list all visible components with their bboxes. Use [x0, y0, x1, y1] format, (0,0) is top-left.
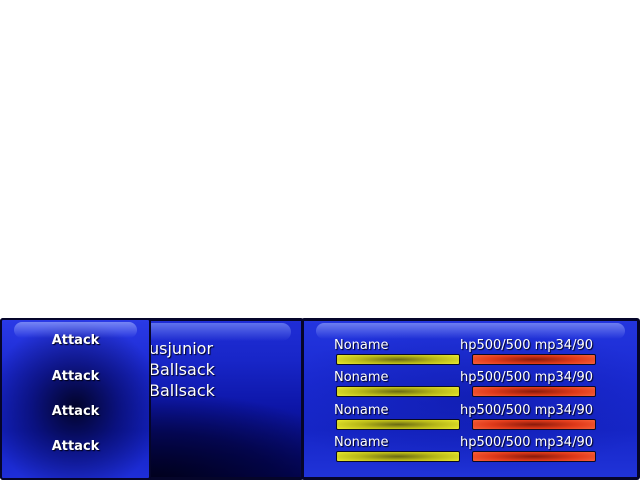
target-name[interactable]: usjunior [149, 339, 213, 358]
command-attack[interactable]: Attack [2, 369, 149, 384]
hp-readout: hp500/500 [459, 370, 531, 385]
party-member-stats: hp500/500 mp34/90 [460, 435, 593, 450]
mp-bar-fill [473, 452, 595, 461]
party-member-name: Noname [334, 403, 389, 418]
party-member-name: Noname [334, 435, 389, 450]
hp-bar [336, 451, 460, 462]
hp-bar [336, 386, 460, 397]
hp-readout: hp500/500 [459, 403, 531, 418]
mp-bar-fill [473, 355, 595, 364]
party-member-row: Noname hp500/500 mp34/90 [304, 435, 637, 467]
hp-readout: hp500/500 [459, 435, 531, 450]
hp-bar-fill [337, 452, 459, 461]
target-name[interactable]: Ballsack [149, 360, 215, 379]
mp-bar-fill [473, 387, 595, 396]
party-member-stats: hp500/500 mp34/90 [460, 338, 593, 353]
mp-bar [472, 386, 596, 397]
party-member-row: Noname hp500/500 mp34/90 [304, 338, 637, 370]
party-status-panel: Noname hp500/500 mp34/90 Noname hp500/50… [301, 318, 640, 480]
party-member-row: Noname hp500/500 mp34/90 [304, 403, 637, 435]
party-member-row: Noname hp500/500 mp34/90 [304, 370, 637, 402]
command-attack[interactable]: Attack [2, 439, 149, 454]
mp-readout: mp34/90 [534, 435, 593, 450]
party-member-name: Noname [334, 370, 389, 385]
hp-bar-fill [337, 420, 459, 429]
party-member-stats: hp500/500 mp34/90 [460, 370, 593, 385]
mp-readout: mp34/90 [534, 403, 593, 418]
hp-readout: hp500/500 [459, 338, 531, 353]
battle-screen: usjunior Ballsack Ballsack Attack Attack… [0, 0, 640, 480]
command-attack[interactable]: Attack [2, 404, 149, 419]
target-name[interactable]: Ballsack [149, 381, 215, 400]
hp-bar-fill [337, 387, 459, 396]
hp-bar [336, 354, 460, 365]
hp-bar-fill [337, 355, 459, 364]
mp-bar-fill [473, 420, 595, 429]
mp-readout: mp34/90 [534, 338, 593, 353]
command-attack[interactable]: Attack [2, 333, 149, 348]
party-member-stats: hp500/500 mp34/90 [460, 403, 593, 418]
mp-bar [472, 451, 596, 462]
mp-readout: mp34/90 [534, 370, 593, 385]
party-member-name: Noname [334, 338, 389, 353]
command-menu: Attack Attack Attack Attack [0, 318, 151, 480]
hp-bar [336, 419, 460, 430]
mp-bar [472, 419, 596, 430]
mp-bar [472, 354, 596, 365]
